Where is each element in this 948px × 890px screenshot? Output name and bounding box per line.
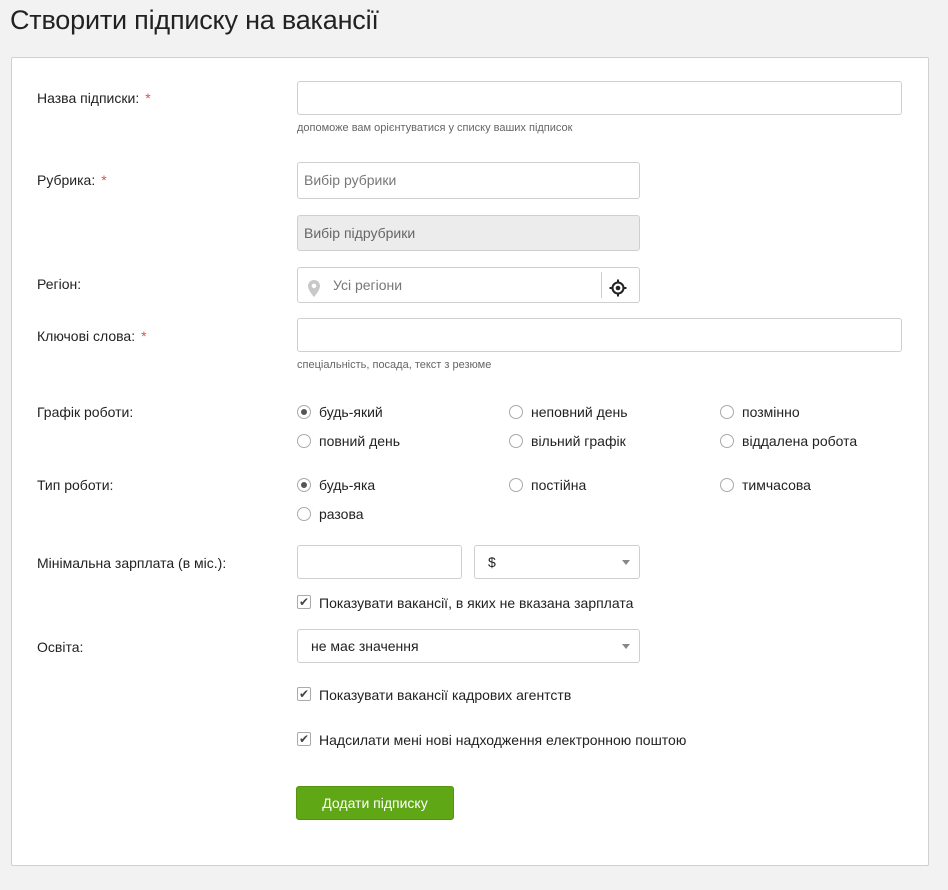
checkmark-icon[interactable]: ✔ (297, 595, 311, 610)
chevron-down-icon (622, 644, 630, 649)
page-title: Створити підписку на вакансії (10, 5, 379, 35)
required-mark: * (145, 90, 151, 106)
work-type-label: Тип роботи: (37, 477, 114, 493)
salary-label: Мінімальна зарплата (в міс.): (37, 555, 227, 571)
schedule-radio-full-time[interactable]: повний день (297, 433, 400, 449)
radio[interactable] (509, 434, 523, 449)
add-subscription-button[interactable]: Додати підписку (296, 786, 454, 820)
name-input[interactable] (297, 81, 902, 115)
radio[interactable] (720, 478, 734, 493)
work-type-radio-permanent[interactable]: постійна (509, 477, 586, 493)
radio[interactable] (509, 405, 523, 420)
chevron-down-icon (622, 560, 630, 565)
schedule-radio-any[interactable]: будь-який (297, 404, 383, 420)
category-select[interactable]: Вибір рубрики (297, 162, 640, 199)
show-unspecified-salary-checkbox[interactable]: ✔ Показувати вакансії, в яких не вказана … (297, 595, 633, 611)
radio[interactable] (720, 434, 734, 449)
required-mark: * (101, 172, 107, 188)
work-type-radio-one-time[interactable]: разова (297, 506, 364, 522)
work-type-radio-temporary[interactable]: тимчасова (720, 477, 811, 493)
checkmark-icon[interactable]: ✔ (297, 732, 311, 747)
checkmark-icon[interactable]: ✔ (297, 687, 311, 702)
category-label: Рубрика: * (37, 172, 107, 188)
schedule-radio-flexible[interactable]: вільний графік (509, 433, 626, 449)
education-select[interactable]: не має значення (297, 629, 640, 663)
education-label: Освіта: (37, 639, 84, 655)
currency-select[interactable]: $ (474, 545, 640, 579)
radio[interactable] (297, 434, 311, 449)
schedule-radio-shifts[interactable]: позмінно (720, 404, 800, 420)
name-label: Назва підписки: * (37, 90, 151, 106)
salary-input[interactable] (297, 545, 462, 579)
keywords-label: Ключові слова: * (37, 328, 147, 344)
name-hint: допоможе вам орієнтуватися у списку ваши… (297, 122, 573, 134)
radio-checked[interactable] (297, 478, 311, 493)
region-divider (601, 272, 602, 298)
schedule-radio-remote[interactable]: віддалена робота (720, 433, 857, 449)
radio-checked[interactable] (297, 405, 311, 420)
keywords-hint: спеціальність, посада, текст з резюме (297, 359, 492, 371)
region-input[interactable]: Усі регіони (333, 268, 402, 302)
region-label: Регіон: (37, 276, 82, 292)
geolocate-icon[interactable] (609, 276, 627, 308)
work-type-radio-any[interactable]: будь-яка (297, 477, 375, 493)
email-notify-checkbox[interactable]: ✔ Надсилати мені нові надходження електро… (297, 732, 686, 748)
schedule-label: Графік роботи: (37, 404, 134, 420)
region-field[interactable]: Усі регіони (297, 267, 640, 303)
schedule-radio-part-time[interactable]: неповний день (509, 404, 628, 420)
keywords-input[interactable] (297, 318, 902, 352)
map-pin-icon (308, 276, 320, 308)
subcategory-select: Вибір підрубрики (297, 215, 640, 251)
radio[interactable] (720, 405, 734, 420)
agencies-checkbox[interactable]: ✔ Показувати вакансії кадрових агентств (297, 687, 571, 703)
required-mark: * (141, 328, 147, 344)
radio[interactable] (297, 507, 311, 522)
radio[interactable] (509, 478, 523, 493)
